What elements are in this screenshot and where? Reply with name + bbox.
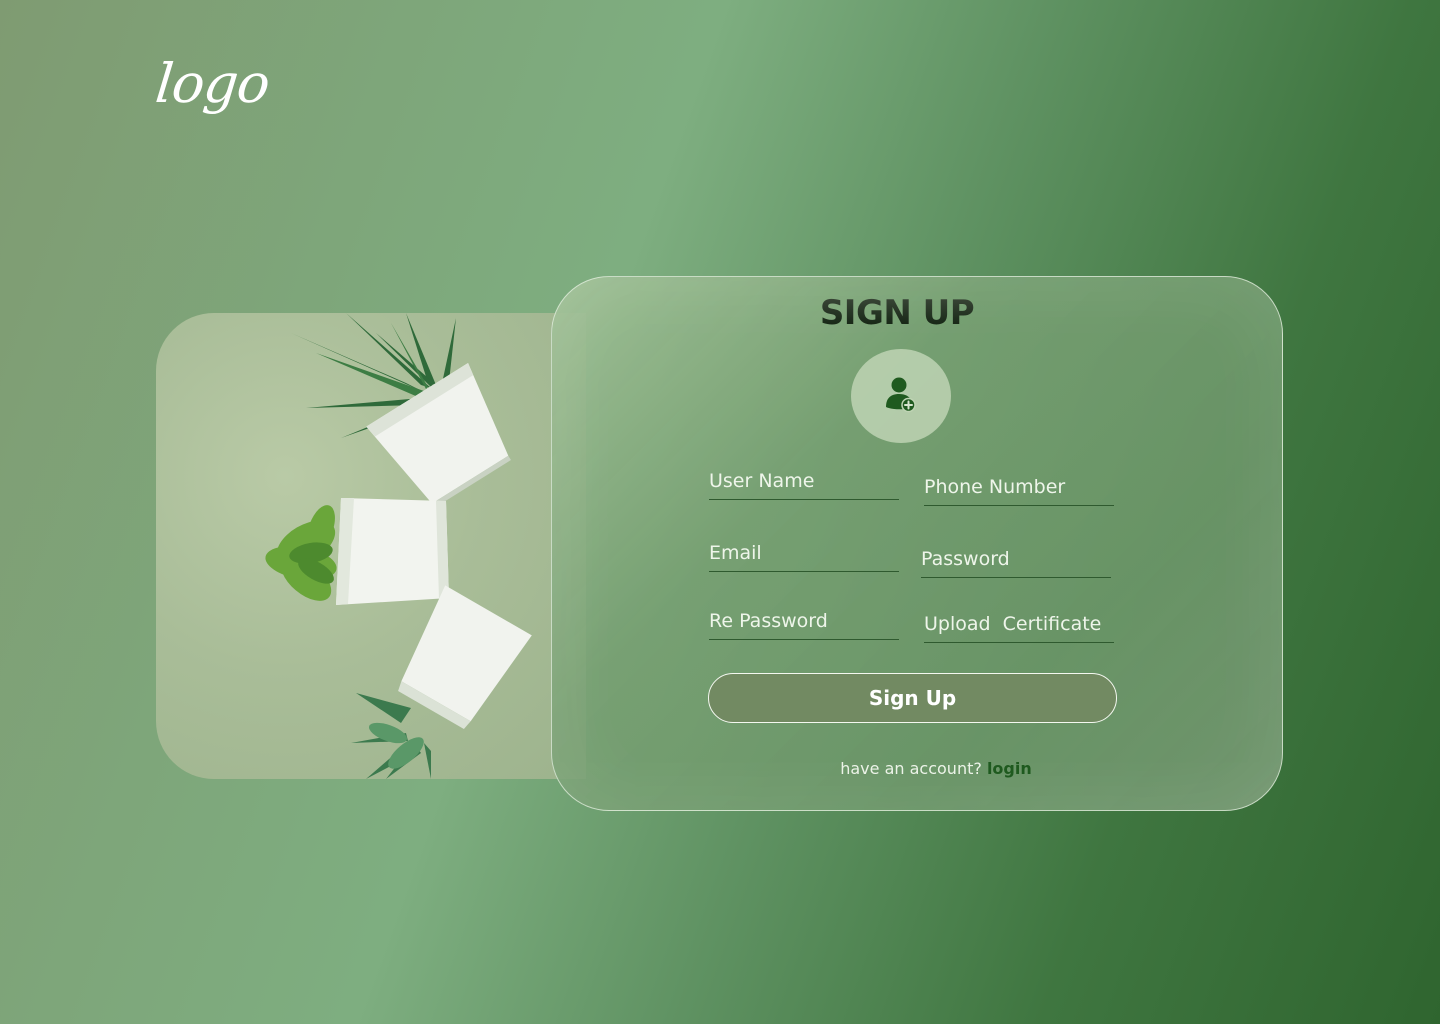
phone-number-field[interactable]: Phone Number [924, 475, 1114, 506]
upload-certificate-field[interactable]: Upload Certificate [924, 612, 1114, 643]
user-name-placeholder: User Name [709, 470, 815, 492]
user-plus-icon [886, 377, 916, 413]
password-field[interactable]: Password [921, 547, 1111, 578]
re-password-placeholder: Re Password [709, 610, 828, 632]
email-field[interactable]: Email [709, 541, 899, 572]
logo: logo [152, 52, 273, 115]
page-title: SIGN UP [532, 293, 1262, 333]
signup-card: SIGN UP User Name Phone Number Email Pas… [551, 276, 1283, 811]
avatar-upload[interactable] [851, 349, 951, 443]
email-placeholder: Email [709, 542, 762, 564]
plants-photo [156, 313, 586, 779]
password-placeholder: Password [921, 548, 1010, 570]
phone-number-placeholder: Phone Number [924, 476, 1066, 498]
user-name-field[interactable]: User Name [709, 469, 899, 500]
login-link[interactable]: login [987, 759, 1032, 778]
re-password-field[interactable]: Re Password [709, 609, 899, 640]
sign-up-button[interactable]: Sign Up [708, 673, 1117, 723]
login-prompt: have an account? login [552, 759, 1282, 778]
login-prompt-text: have an account? [840, 759, 982, 778]
upload-certificate-placeholder: Upload Certificate [924, 613, 1102, 635]
